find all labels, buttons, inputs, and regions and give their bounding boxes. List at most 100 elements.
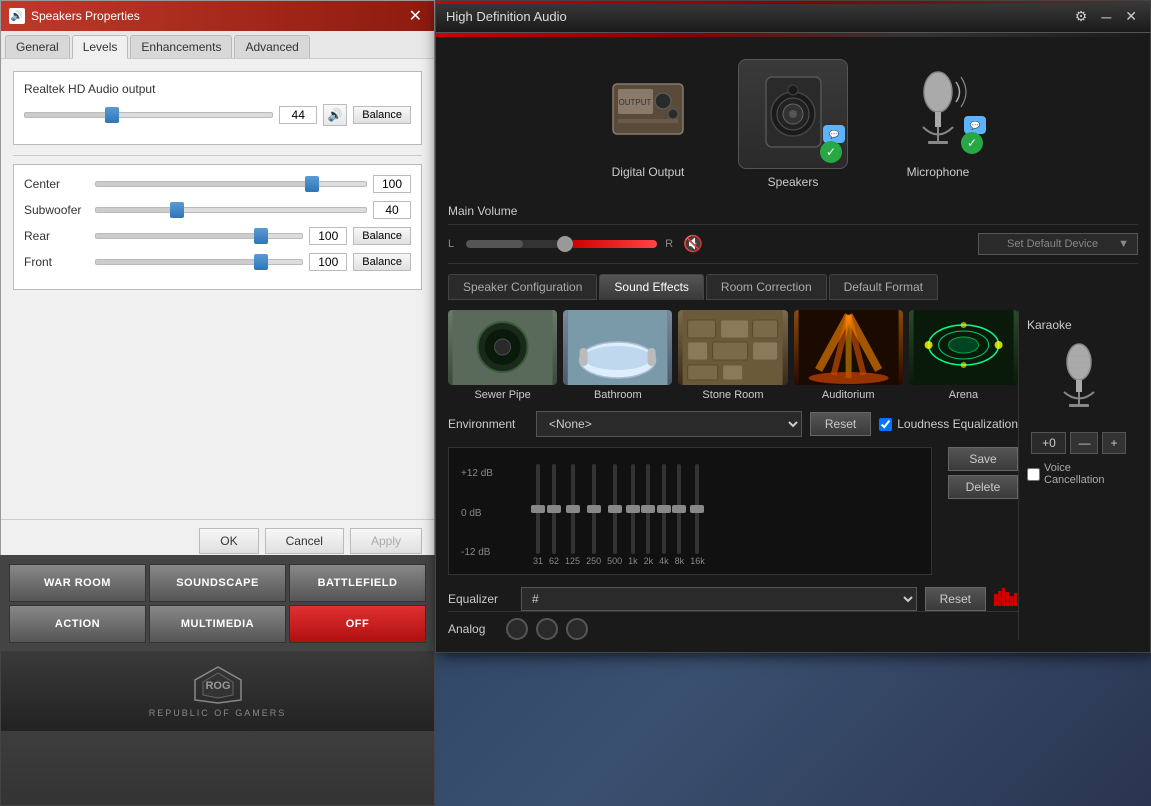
hda-close-button[interactable]: ✕	[1122, 8, 1140, 25]
device-speakers[interactable]: 💬 ✓ Speakers	[738, 59, 848, 189]
karaoke-label: Karaoke	[1027, 318, 1072, 332]
hda-settings-button[interactable]: ⚙	[1072, 8, 1091, 25]
save-button[interactable]: Save	[948, 447, 1018, 471]
rear-slider[interactable]	[95, 233, 303, 239]
eq-fader-track-125[interactable]	[571, 464, 575, 554]
volume-mute-button[interactable]: 🔇	[683, 234, 703, 254]
eq-fader-track-500[interactable]	[613, 464, 617, 554]
eq-fader-thumb-125[interactable]	[566, 505, 580, 513]
eq-fader-track-250[interactable]	[592, 464, 596, 554]
center-label: Center	[24, 177, 89, 191]
rog-multimedia-button[interactable]: MULTIMEDIA	[149, 605, 286, 643]
eq-fader-thumb-62[interactable]	[547, 505, 561, 513]
eq-16khz: 16k	[690, 464, 705, 566]
device-digital-output[interactable]: OUTPUT Digital Output	[598, 59, 698, 189]
device-microphone[interactable]: 💬 ✓ Microphone	[888, 59, 988, 189]
loudness-checkbox[interactable]	[879, 418, 892, 431]
rog-emblem-icon: ROG	[193, 665, 243, 705]
tab-sound-effects[interactable]: Sound Effects	[599, 274, 704, 300]
eq-faders: 31 62	[533, 456, 705, 566]
tab-room-correction[interactable]: Room Correction	[706, 274, 827, 300]
eq-visualizer-button[interactable]	[994, 588, 1018, 611]
tab-enhancements[interactable]: Enhancements	[130, 35, 232, 58]
stone-room-icon	[678, 310, 787, 385]
eq-fader-thumb-4k[interactable]	[657, 505, 671, 513]
eq-fader-thumb-500[interactable]	[608, 505, 622, 513]
room-card-bathroom[interactable]: Bathroom	[563, 310, 672, 401]
eq-125hz: 125	[565, 464, 580, 566]
environment-reset-button[interactable]: Reset	[810, 412, 871, 436]
volume-inner: L R 🔇	[448, 234, 703, 254]
eq-freq-8k: 8k	[675, 556, 685, 566]
rear-balance-button[interactable]: Balance	[353, 227, 411, 245]
eq-fader-track-62[interactable]	[552, 464, 556, 554]
front-balance-button[interactable]: Balance	[353, 253, 411, 271]
environment-select[interactable]: <None>	[536, 411, 802, 437]
tab-advanced[interactable]: Advanced	[234, 35, 309, 58]
realtek-slider-track[interactable]	[24, 112, 273, 118]
ok-button[interactable]: OK	[199, 528, 258, 554]
set-default-device-dropdown[interactable]: Set Default Device ▼	[978, 233, 1138, 255]
eq-fader-track-8k[interactable]	[677, 464, 681, 554]
pitch-plus-button[interactable]: +	[1102, 432, 1125, 454]
environment-label: Environment	[448, 417, 528, 431]
eq-fader-thumb-2k[interactable]	[641, 505, 655, 513]
tab-speaker-config[interactable]: Speaker Configuration	[448, 274, 597, 300]
sewer-pipe-label: Sewer Pipe	[474, 389, 530, 401]
eq-4khz: 4k	[659, 464, 669, 566]
room-card-arena[interactable]: Arena	[909, 310, 1018, 401]
eq-fader-track-4k[interactable]	[662, 464, 666, 554]
eq-fader-track-1k[interactable]	[631, 464, 635, 554]
vol-r-label: R	[665, 238, 675, 250]
eq-freq-2k: 2k	[644, 556, 654, 566]
rog-battlefield-button[interactable]: BATTLEFIELD	[289, 564, 426, 602]
realtek-balance-button[interactable]: Balance	[353, 106, 411, 124]
voice-cancel-checkbox[interactable]	[1027, 468, 1040, 481]
rog-off-button[interactable]: OFF	[289, 605, 426, 643]
tab-general[interactable]: General	[5, 35, 70, 58]
eq-fader-thumb-16k[interactable]	[690, 505, 704, 513]
eq-fader-track-2k[interactable]	[646, 464, 650, 554]
room-card-sewer-pipe[interactable]: Sewer Pipe	[448, 310, 557, 401]
apply-button[interactable]: Apply	[350, 528, 422, 554]
environment-row: Environment <None> Reset Loudness Equali…	[448, 411, 1018, 437]
realtek-mute-button[interactable]: 🔊	[323, 104, 347, 126]
tab-levels[interactable]: Levels	[72, 35, 129, 59]
eq-freq-250: 250	[586, 556, 601, 566]
eq-fader-track-16k[interactable]	[695, 464, 699, 554]
eq-fader-track-31[interactable]	[536, 464, 540, 554]
eq-fader-thumb-1k[interactable]	[626, 505, 640, 513]
equalizer-preset-select[interactable]: #	[521, 587, 917, 611]
karaoke-panel: Karaoke +0 —	[1018, 310, 1138, 640]
microphone-icon-container: 💬 ✓	[888, 59, 988, 159]
rog-text: REPUBLIC OF GAMERS	[149, 708, 287, 718]
delete-button[interactable]: Delete	[948, 475, 1018, 499]
eq-inner: +12 dB 0 dB -12 dB 31	[457, 456, 923, 566]
room-card-auditorium[interactable]: Auditorium	[794, 310, 903, 401]
subwoofer-value: 40	[373, 201, 411, 219]
eq-fader-thumb-31[interactable]	[531, 505, 545, 513]
eq-fader-thumb-250[interactable]	[587, 505, 601, 513]
hda-content: OUTPUT Digital Output	[436, 37, 1150, 652]
eq-fader-thumb-8k[interactable]	[672, 505, 686, 513]
analog-circle-3	[566, 618, 588, 640]
center-row: Center 100	[24, 175, 411, 193]
speakers-chat-bubble: 💬	[823, 125, 845, 143]
eq-reset-button[interactable]: Reset	[925, 587, 986, 611]
front-value: 100	[309, 253, 347, 271]
center-slider[interactable]	[95, 181, 367, 187]
room-card-stone-room[interactable]: Stone Room	[678, 310, 787, 401]
rog-soundscape-button[interactable]: SOUNDSCAPE	[149, 564, 286, 602]
cancel-button[interactable]: Cancel	[265, 528, 344, 554]
pitch-minus-button[interactable]: —	[1070, 432, 1098, 454]
tab-default-format[interactable]: Default Format	[829, 274, 938, 300]
front-slider[interactable]	[95, 259, 303, 265]
hda-minimize-button[interactable]: ─	[1098, 8, 1114, 25]
rog-war-room-button[interactable]: WAR ROOM	[9, 564, 146, 602]
subwoofer-slider[interactable]	[95, 207, 367, 213]
eq-freq-4k: 4k	[659, 556, 669, 566]
rog-action-button[interactable]: ACTION	[9, 605, 146, 643]
voice-cancel-label: Voice Cancellation	[1044, 462, 1130, 486]
speakers-close-button[interactable]: ✕	[405, 6, 426, 26]
volume-track[interactable]	[466, 240, 657, 248]
